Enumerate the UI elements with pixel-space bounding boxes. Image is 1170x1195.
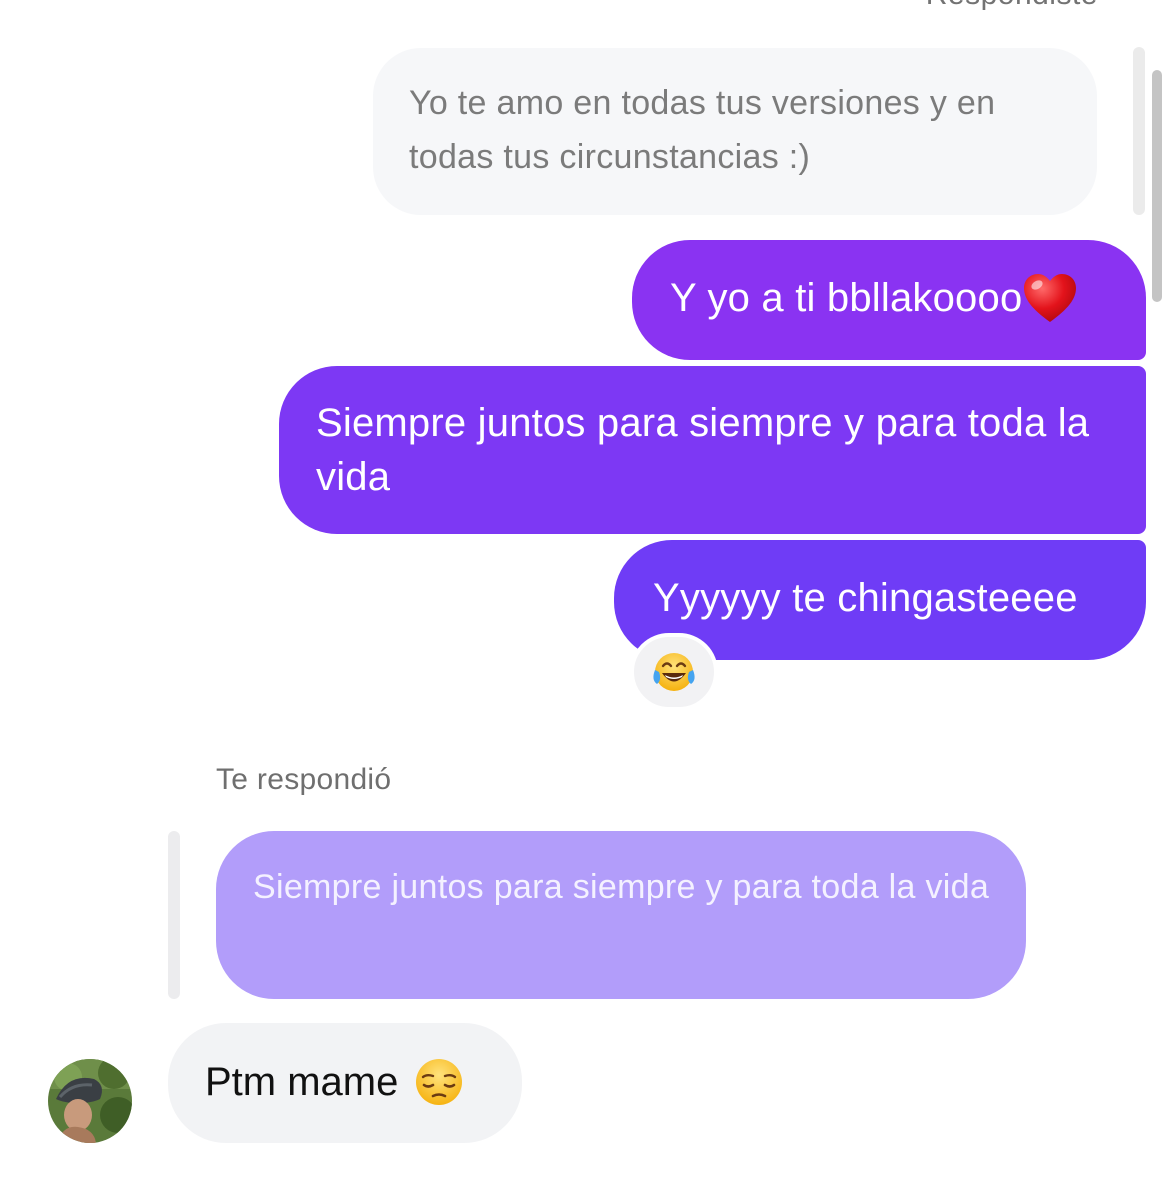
scrollbar[interactable] — [1152, 70, 1162, 302]
replied-message-text: Siempre juntos para siempre y para toda … — [253, 868, 990, 906]
pensive-face-icon — [416, 1059, 463, 1105]
reply-indicator-bar — [168, 831, 180, 999]
outgoing-message[interactable]: Siempre juntos para siempre y para toda … — [279, 366, 1146, 534]
red-heart-icon — [1024, 274, 1077, 322]
outgoing-message[interactable]: Y yo a ti bbllakoooo — [632, 240, 1146, 360]
message-text: Y yo a ti bbllakoooo — [670, 276, 1023, 320]
message-reaction[interactable] — [630, 633, 718, 711]
replied-message-quote[interactable]: Yo te amo en todas tus versiones y en to… — [373, 48, 1097, 215]
reply-context-label-them: Te respondió — [216, 763, 392, 796]
replied-message-text: Yo te amo en todas tus versiones y en to… — [409, 84, 996, 176]
avatar[interactable] — [48, 1059, 132, 1143]
message-text: Yyyyyy te chingasteeee — [653, 576, 1078, 620]
message-text: Ptm mame — [205, 1060, 399, 1104]
reply-context-label-you: Respondiste — [926, 0, 1098, 12]
incoming-message[interactable]: Ptm mame — [168, 1023, 522, 1143]
replied-message-quote[interactable]: Siempre juntos para siempre y para toda … — [216, 831, 1026, 999]
message-text: Siempre juntos para siempre y para toda … — [316, 401, 1090, 499]
avatar-image — [48, 1059, 132, 1143]
quote-scroll-track — [1133, 47, 1145, 215]
tears-of-joy-icon — [653, 653, 695, 691]
